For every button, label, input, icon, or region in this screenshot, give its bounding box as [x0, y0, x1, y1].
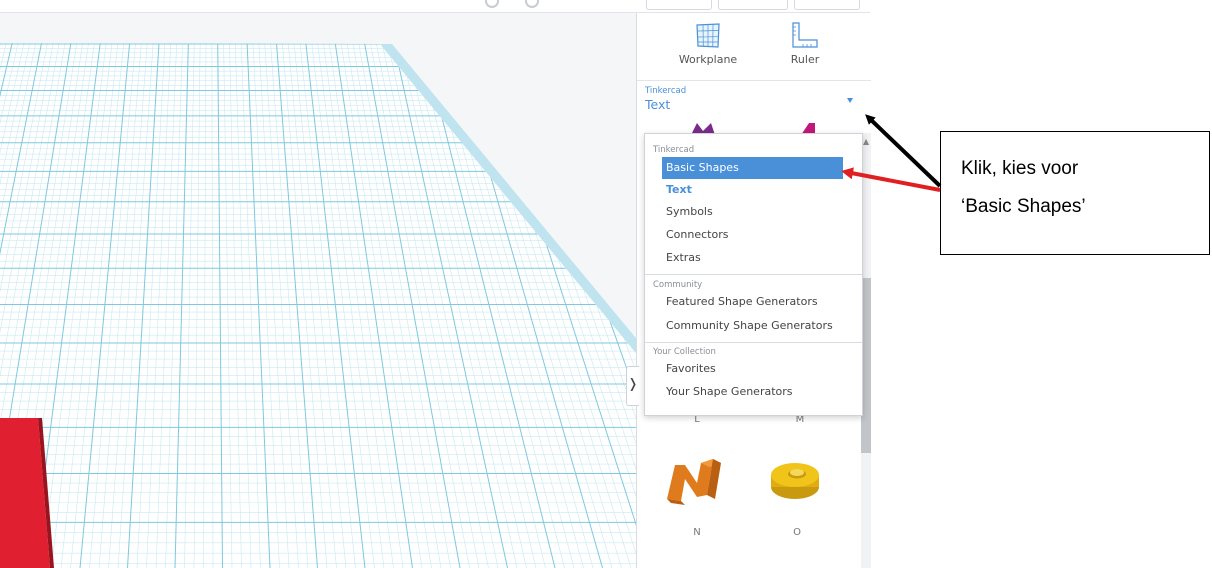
library-dropdown-menu: Tinkercad Basic Shapes Text Symbols Conn… — [644, 133, 863, 416]
menu-section-title: Community — [653, 280, 703, 290]
menu-divider — [645, 342, 862, 343]
menu-item-text[interactable]: Text — [662, 179, 847, 201]
scroll-up-icon[interactable]: ▲ — [863, 137, 869, 146]
toolbar-button[interactable] — [718, 0, 788, 10]
shape-label: O — [793, 527, 801, 538]
workplane-icon — [696, 23, 720, 48]
toolbar-button[interactable] — [794, 0, 860, 10]
annotation-callout: Klik, kies voor ‘Basic Shapes’ — [940, 131, 1210, 255]
toolbar-button[interactable] — [646, 0, 712, 10]
menu-divider — [645, 274, 862, 275]
annotation-line: Klik, kies voor — [961, 158, 1079, 179]
workplane-viewport[interactable] — [0, 13, 636, 568]
panel-collapse-button[interactable]: ❭ — [626, 366, 639, 406]
workplane-grid — [0, 43, 636, 568]
ruler-icon — [792, 22, 818, 48]
toolbar-circle-icon[interactable] — [525, 0, 539, 8]
top-toolbar — [0, 0, 870, 13]
shape-label: N — [693, 527, 701, 538]
workplane-surface — [0, 43, 636, 568]
toolbar-circle-icon[interactable] — [485, 0, 499, 8]
ruler-button[interactable]: Ruler — [765, 21, 845, 66]
annotation-line: ‘Basic Shapes’ — [961, 196, 1086, 217]
library-group-label: Tinkercad — [645, 86, 687, 96]
menu-item-your-shape-generators[interactable]: Your Shape Generators — [662, 381, 847, 403]
menu-item-basic-shapes[interactable]: Basic Shapes — [662, 157, 843, 179]
library-select[interactable]: Tinkercad Text — [645, 86, 865, 118]
menu-item-featured-shape-generators[interactable]: Featured Shape Generators — [662, 291, 847, 313]
menu-item-symbols[interactable]: Symbols — [662, 201, 847, 223]
workplane-button[interactable]: Workplane — [668, 21, 748, 66]
library-selected-value: Text — [645, 97, 671, 112]
black-arrow — [865, 114, 942, 188]
menu-section-title: Your Collection — [653, 347, 716, 357]
menu-item-favorites[interactable]: Favorites — [662, 358, 847, 380]
workplane-label: Workplane — [678, 53, 738, 66]
chevron-down-icon[interactable] — [847, 98, 853, 103]
menu-item-connectors[interactable]: Connectors — [662, 224, 847, 246]
menu-section-title: Tinkercad — [653, 145, 695, 155]
ruler-label: Ruler — [790, 53, 820, 66]
shape-o-thumbnail[interactable] — [767, 453, 823, 505]
menu-item-extras[interactable]: Extras — [662, 247, 847, 269]
divider — [637, 80, 871, 81]
menu-item-community-shape-generators[interactable]: Community Shape Generators — [662, 315, 847, 337]
shape-n-thumbnail[interactable] — [663, 449, 729, 509]
